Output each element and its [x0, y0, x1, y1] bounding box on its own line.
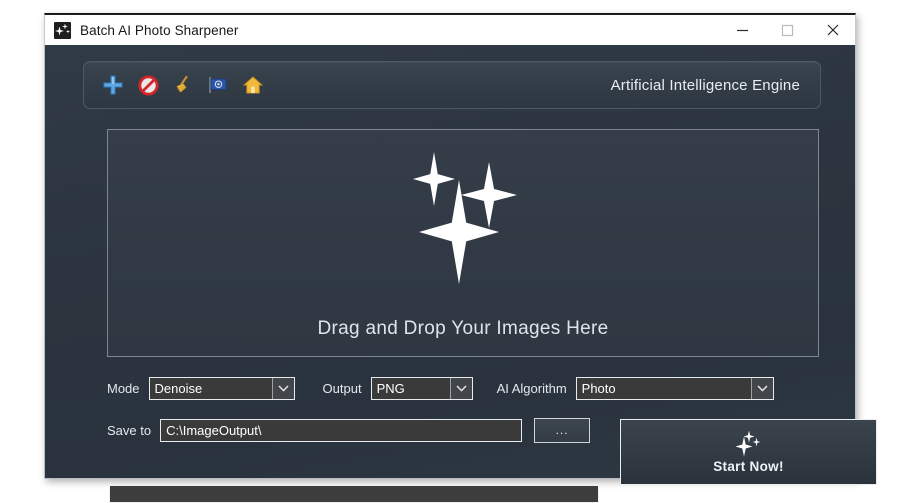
- start-now-button[interactable]: Start Now!: [620, 419, 877, 485]
- window-title: Batch AI Photo Sharpener: [80, 23, 239, 38]
- output-value: PNG: [372, 381, 405, 396]
- sparkle-app-icon: [54, 22, 71, 39]
- flag-button[interactable]: [205, 72, 231, 98]
- toolbar-panel: Artificial Intelligence Engine: [83, 61, 821, 109]
- house-icon: [242, 74, 264, 96]
- output-label: Output: [323, 381, 362, 396]
- algorithm-select[interactable]: Photo: [576, 377, 774, 400]
- add-files-icon: [102, 74, 124, 96]
- chevron-down-icon[interactable]: [272, 378, 294, 399]
- save-path-input[interactable]: C:\ImageOutput\: [160, 419, 522, 442]
- chevron-down-icon[interactable]: [751, 378, 773, 399]
- window-controls: [720, 15, 855, 45]
- options-row: Mode Denoise Output PNG AI Algorithm Pho…: [107, 375, 819, 401]
- maximize-icon: [781, 24, 794, 37]
- sparkles-icon: [403, 152, 523, 262]
- remove-file-button[interactable]: [135, 72, 161, 98]
- close-button[interactable]: [810, 15, 855, 45]
- toolbar-icon-group: [100, 72, 266, 98]
- browse-button[interactable]: ...: [534, 418, 590, 443]
- home-button[interactable]: [240, 72, 266, 98]
- clear-list-button[interactable]: [170, 72, 196, 98]
- broom-icon: [172, 74, 194, 96]
- add-files-button[interactable]: [100, 72, 126, 98]
- save-path-value: C:\ImageOutput\: [161, 423, 261, 438]
- mode-value: Denoise: [150, 381, 203, 396]
- progress-bar: [109, 485, 599, 503]
- mode-label: Mode: [107, 381, 140, 396]
- minimize-icon: [736, 24, 749, 37]
- dropzone-label: Drag and Drop Your Images Here: [318, 318, 609, 340]
- start-now-label: Start Now!: [713, 459, 784, 474]
- close-icon: [826, 23, 840, 37]
- save-to-label: Save to: [107, 423, 151, 438]
- maximize-button[interactable]: [765, 15, 810, 45]
- algorithm-label: AI Algorithm: [497, 381, 567, 396]
- ai-engine-label: Artificial Intelligence Engine: [611, 77, 800, 94]
- mode-select[interactable]: Denoise: [149, 377, 295, 400]
- sparkles-icon: [735, 431, 763, 457]
- title-bar: Batch AI Photo Sharpener: [44, 13, 856, 45]
- minimize-button[interactable]: [720, 15, 765, 45]
- window-body: Artificial Intelligence Engine Drag and …: [44, 45, 856, 479]
- remove-file-icon: [138, 75, 159, 96]
- algorithm-value: Photo: [577, 381, 616, 396]
- save-location-row: Save to C:\ImageOutput\ ...: [107, 417, 607, 443]
- output-select[interactable]: PNG: [371, 377, 473, 400]
- application-window: Batch AI Photo Sharpener: [44, 13, 856, 479]
- flag-icon: [207, 74, 229, 96]
- chevron-down-icon[interactable]: [450, 378, 472, 399]
- image-dropzone[interactable]: Drag and Drop Your Images Here: [107, 129, 819, 357]
